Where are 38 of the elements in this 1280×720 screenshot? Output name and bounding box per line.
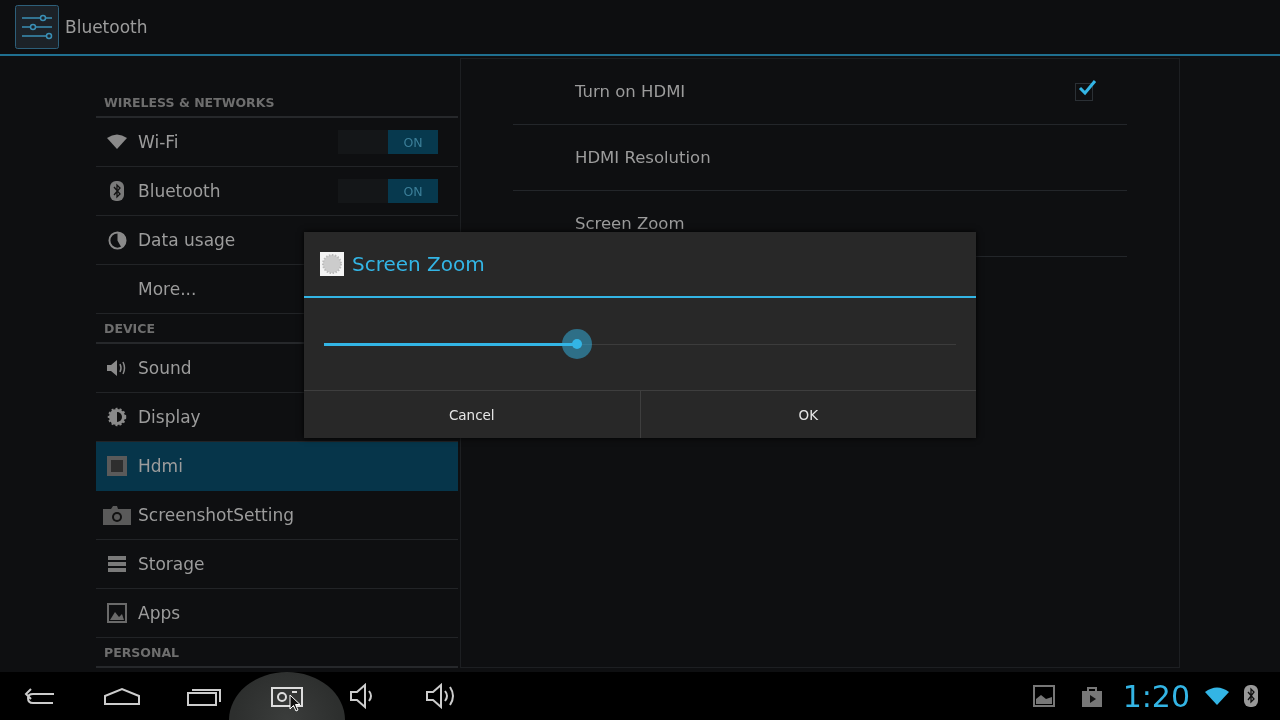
- setting-label: Turn on HDMI: [575, 82, 686, 101]
- speaker-icon: [106, 358, 128, 378]
- clock: 1:20: [1122, 678, 1190, 714]
- screen-title: Bluetooth: [65, 17, 148, 37]
- settings-menu-item[interactable]: Storage: [96, 540, 458, 589]
- camera-icon: [271, 685, 303, 707]
- dialog-button[interactable]: Cancel: [304, 391, 640, 438]
- setting-row[interactable]: HDMI Resolution: [513, 125, 1127, 191]
- mouse-cursor-icon: [289, 694, 301, 712]
- shopping-bag-icon[interactable]: [1080, 685, 1103, 707]
- dialog-button[interactable]: OK: [639, 391, 976, 438]
- section-header: WIRELESS & NETWORKS: [96, 88, 458, 118]
- sun-icon: [320, 252, 344, 276]
- pie-chart-icon: [107, 230, 127, 250]
- home-icon[interactable]: [103, 686, 141, 706]
- setting-label: Screen Zoom: [575, 214, 685, 233]
- settings-sliders-icon[interactable]: [15, 5, 59, 49]
- back-icon[interactable]: [23, 686, 57, 706]
- settings-menu-item[interactable]: Bluetooth ON: [96, 167, 458, 216]
- settings-menu-item[interactable]: ScreenshotSetting: [96, 491, 458, 540]
- setting-row[interactable]: Turn on HDMI: [513, 59, 1127, 125]
- checkbox[interactable]: [1075, 82, 1093, 101]
- zoom-slider[interactable]: [324, 327, 956, 361]
- wifi-icon: [1204, 686, 1230, 706]
- brightness-icon: [107, 407, 127, 427]
- storage-icon: [108, 556, 126, 572]
- settings-menu-item[interactable]: Hdmi: [96, 442, 458, 491]
- section-header: PERSONAL: [96, 638, 458, 668]
- wifi-icon: [107, 134, 127, 150]
- image-icon[interactable]: [1032, 685, 1055, 707]
- bluetooth-icon: [110, 181, 124, 201]
- setting-label: HDMI Resolution: [575, 148, 711, 167]
- bluetooth-icon: [1244, 685, 1258, 707]
- settings-menu-item[interactable]: Wi-Fi ON: [96, 118, 458, 167]
- camera-icon: [103, 505, 131, 525]
- settings-menu-item[interactable]: Apps: [96, 589, 458, 638]
- square-icon: [107, 456, 127, 476]
- apps-icon: [107, 603, 127, 623]
